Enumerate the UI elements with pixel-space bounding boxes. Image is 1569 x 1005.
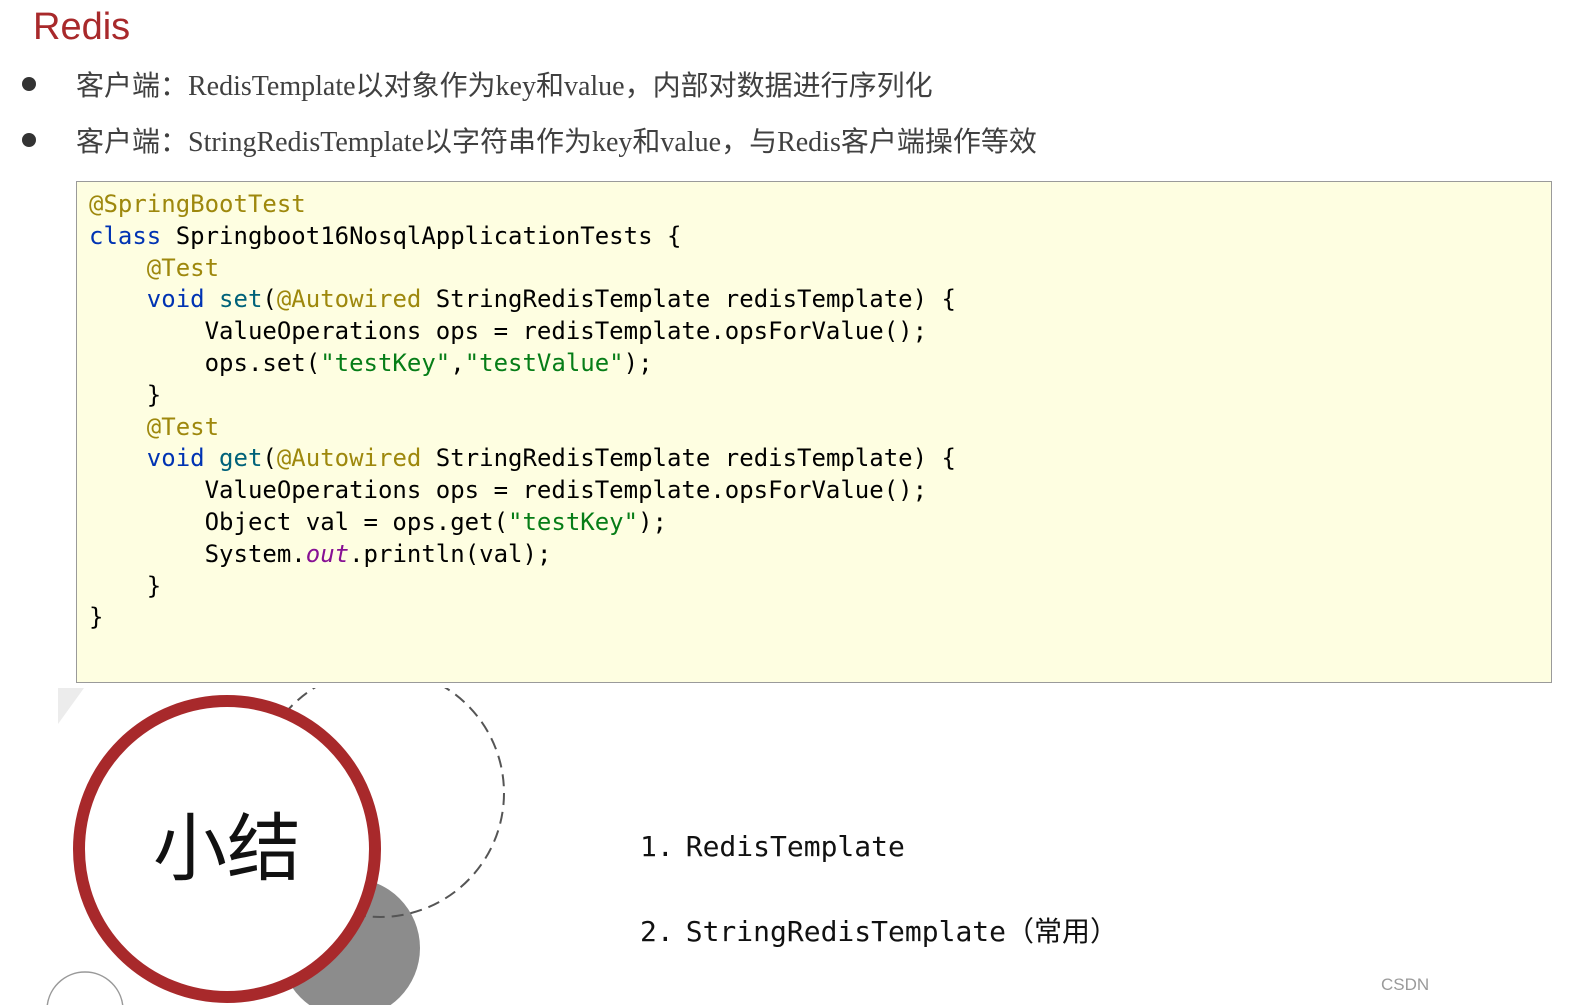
small-outline-circle	[46, 971, 124, 1005]
code-string: "testKey"	[508, 507, 639, 536]
code-text-span: }	[89, 603, 104, 632]
code-text-span: }	[146, 571, 162, 600]
code-text-span: ValueOperations ops = redisTemplate.opsF…	[204, 476, 928, 505]
code-annotation: @Autowired	[276, 444, 422, 473]
code-annotation: @Test	[146, 412, 220, 441]
code-method-name: set	[219, 285, 263, 314]
code-keyword: void	[146, 285, 205, 314]
code-text-span: .println(val);	[349, 539, 552, 568]
code-text-span: );	[623, 348, 653, 377]
code-string: "testKey"	[320, 348, 451, 377]
code-static-field: out	[305, 539, 350, 568]
list-number: 1.	[640, 830, 674, 863]
code-text-span: Springboot16NosqlApplicationTests {	[161, 221, 682, 250]
corner-shape	[58, 688, 84, 724]
code-text-span: ops.set(	[204, 348, 321, 377]
slide-title: Redis	[33, 6, 131, 48]
watermark: CSDN	[1381, 975, 1430, 994]
code-text-span: StringRedisTemplate redisTemplate) {	[421, 444, 956, 473]
summary-list-item: 2. StringRedisTemplate（常用）	[640, 910, 1118, 950]
code-block: @SpringBootTest class Springboot16NosqlA…	[76, 181, 1552, 683]
bullet-dot-icon	[22, 77, 36, 91]
code-annotation: @Autowired	[276, 285, 422, 314]
bullet-text: 客户端：RedisTemplate以对象作为key和value，内部对数据进行序…	[76, 71, 933, 102]
code-text-span: System.	[204, 539, 306, 568]
code-text-span: (	[262, 444, 277, 473]
bullet-item: 客户端：StringRedisTemplate以字符串作为key和value，与…	[22, 120, 1037, 160]
code-text: @SpringBootTest class Springboot16NosqlA…	[89, 189, 956, 634]
list-text: RedisTemplate	[685, 830, 905, 863]
code-method-name: get	[219, 444, 263, 473]
summary-title: 小结	[153, 806, 301, 892]
code-annotation: @Test	[146, 253, 220, 282]
bullet-dot-icon	[22, 133, 36, 147]
code-keyword: class	[89, 221, 162, 250]
code-text-span: Object val = ops.get(	[204, 507, 509, 536]
code-text-span: }	[146, 380, 162, 409]
code-text-span: );	[638, 507, 667, 536]
bullet-item: 客户端：RedisTemplate以对象作为key和value，内部对数据进行序…	[22, 64, 933, 104]
list-number: 2.	[640, 915, 674, 948]
code-annotation: @SpringBootTest	[89, 190, 306, 218]
summary-list-item: 1. RedisTemplate	[640, 830, 905, 863]
list-text: StringRedisTemplate（常用）	[685, 915, 1119, 948]
code-text-span: ValueOperations ops = redisTemplate.opsF…	[204, 317, 928, 346]
code-text-span: (	[262, 285, 277, 314]
bullet-text: 客户端：StringRedisTemplate以字符串作为key和value，与…	[76, 127, 1037, 158]
code-text-span: StringRedisTemplate redisTemplate) {	[421, 285, 956, 314]
code-text-span: ,	[450, 348, 465, 377]
code-string: "testValue"	[464, 348, 624, 377]
code-keyword: void	[146, 444, 205, 473]
